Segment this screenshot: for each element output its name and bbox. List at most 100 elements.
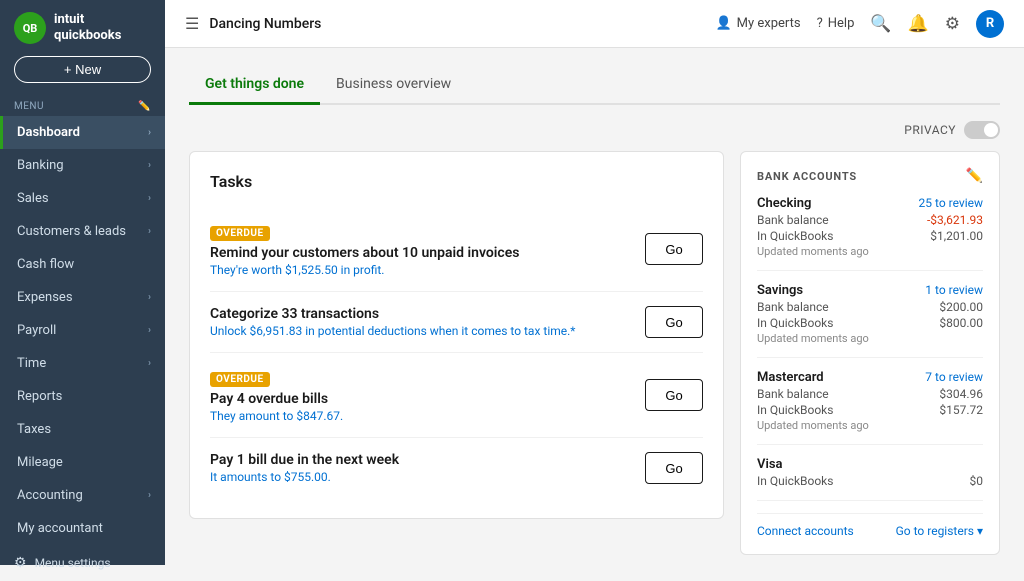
menu-section-label: MENU ✏️ — [0, 95, 165, 116]
task-subtitle: Unlock $6,951.83 in potential deductions… — [210, 324, 633, 338]
hamburger-icon[interactable]: ☰ — [185, 14, 199, 33]
task-bill-due-week: Pay 1 bill due in the next week It amoun… — [210, 438, 703, 498]
chevron-icon: › — [148, 490, 151, 501]
go-button-categorize[interactable]: Go — [645, 306, 703, 338]
tab-get-things-done[interactable]: Get things done — [189, 68, 320, 105]
sidebar-item-banking[interactable]: Banking › — [0, 149, 165, 182]
sidebar-item-sales[interactable]: Sales › — [0, 182, 165, 215]
in-qb-label: In QuickBooks — [757, 229, 833, 243]
edit-bank-icon[interactable]: ✏️ — [966, 168, 983, 184]
my-experts-button[interactable]: 👤 My experts — [715, 16, 800, 31]
chevron-icon: › — [148, 358, 151, 369]
bank-account-savings: Savings 1 to review Bank balance $200.00… — [757, 283, 983, 358]
chevron-icon: › — [148, 292, 151, 303]
in-qb-value: $800.00 — [939, 316, 983, 330]
task-subtitle: They amount to $847.67. — [210, 409, 633, 423]
topbar: ☰ Dancing Numbers 👤 My experts ? Help 🔍 … — [165, 0, 1024, 48]
sidebar-item-myaccountant[interactable]: My accountant — [0, 512, 165, 545]
search-icon[interactable]: 🔍 — [870, 14, 891, 34]
edit-menu-icon[interactable]: ✏️ — [138, 101, 151, 112]
sidebar-item-taxes[interactable]: Taxes — [0, 413, 165, 446]
account-name: Checking — [757, 196, 811, 211]
bank-balance-label: Bank balance — [757, 387, 829, 401]
sidebar-item-payroll[interactable]: Payroll › — [0, 314, 165, 347]
chevron-icon: › — [148, 160, 151, 171]
new-button[interactable]: + New — [14, 56, 151, 83]
account-updated: Updated moments ago — [757, 245, 983, 258]
sidebar: QB intuit quickbooks + New MENU ✏️ Dashb… — [0, 0, 165, 565]
overdue-badge: OVERDUE — [210, 226, 270, 241]
task-categorize: Categorize 33 transactions Unlock $6,951… — [210, 292, 703, 353]
main-tabs: Get things done Business overview — [189, 68, 1000, 105]
chevron-icon: › — [148, 127, 151, 138]
bank-balance-value: $200.00 — [939, 300, 983, 314]
tasks-title: Tasks — [210, 172, 703, 191]
sidebar-item-expenses[interactable]: Expenses › — [0, 281, 165, 314]
task-body: OVERDUE Pay 4 overdue bills They amount … — [210, 367, 633, 423]
go-to-registers-button[interactable]: Go to registers ▾ — [896, 524, 983, 538]
user-avatar[interactable]: R — [976, 10, 1004, 38]
sidebar-logo: QB intuit quickbooks — [0, 0, 165, 56]
sidebar-item-dashboard[interactable]: Dashboard › — [0, 116, 165, 149]
privacy-row: PRIVACY — [189, 121, 1000, 139]
chevron-icon: › — [148, 226, 151, 237]
bank-balance-label: Bank balance — [757, 213, 829, 227]
bank-footer: Connect accounts Go to registers ▾ — [757, 513, 983, 538]
dashboard-columns: Tasks OVERDUE Remind your customers abou… — [189, 151, 1000, 565]
task-unpaid-invoices: OVERDUE Remind your customers about 10 u… — [210, 207, 703, 292]
sidebar-item-accounting[interactable]: Accounting › — [0, 479, 165, 512]
main-content: ☰ Dancing Numbers 👤 My experts ? Help 🔍 … — [165, 0, 1024, 565]
task-title: Remind your customers about 10 unpaid in… — [210, 245, 633, 261]
bell-icon[interactable]: 🔔 — [908, 14, 929, 34]
review-link[interactable]: 25 to review — [919, 196, 983, 210]
bank-balance-value: -$3,621.93 — [927, 213, 983, 227]
sidebar-item-cashflow[interactable]: Cash flow — [0, 248, 165, 281]
menu-settings[interactable]: ⚙ Menu settings — [0, 545, 165, 581]
chevron-down-icon: ▾ — [977, 524, 983, 538]
privacy-label: PRIVACY — [904, 123, 956, 137]
task-title: Categorize 33 transactions — [210, 306, 633, 322]
sidebar-item-customers[interactable]: Customers & leads › — [0, 215, 165, 248]
sidebar-item-time[interactable]: Time › — [0, 347, 165, 380]
in-qb-value: $0 — [970, 474, 984, 488]
company-name: Dancing Numbers — [209, 16, 321, 32]
help-button[interactable]: ? Help — [817, 16, 855, 31]
tasks-column: Tasks OVERDUE Remind your customers abou… — [189, 151, 724, 565]
bank-balance-label: Bank balance — [757, 300, 829, 314]
task-title: Pay 4 overdue bills — [210, 391, 633, 407]
topbar-left: ☰ Dancing Numbers — [185, 14, 321, 33]
bank-balance-value: $304.96 — [939, 387, 983, 401]
in-qb-value: $157.72 — [939, 403, 983, 417]
in-qb-label: In QuickBooks — [757, 403, 833, 417]
right-column: BANK ACCOUNTS ✏️ Checking 25 to review B… — [740, 151, 1000, 565]
qb-logo-icon: QB — [14, 12, 46, 44]
review-link[interactable]: 7 to review — [925, 370, 983, 384]
in-qb-label: In QuickBooks — [757, 474, 833, 488]
content-area: Get things done Business overview PRIVAC… — [165, 48, 1024, 565]
task-body: OVERDUE Remind your customers about 10 u… — [210, 221, 633, 277]
help-icon: ? — [817, 16, 823, 31]
bank-section-title: BANK ACCOUNTS — [757, 170, 857, 183]
bank-card-header: BANK ACCOUNTS ✏️ — [757, 168, 983, 184]
go-button-overdue-bills[interactable]: Go — [645, 379, 703, 411]
go-button-unpaid-invoices[interactable]: Go — [645, 233, 703, 265]
task-subtitle: They're worth $1,525.50 in profit. — [210, 263, 633, 277]
account-name: Mastercard — [757, 370, 824, 385]
go-button-bill-due-week[interactable]: Go — [645, 452, 703, 484]
task-body: Categorize 33 transactions Unlock $6,951… — [210, 306, 633, 338]
bank-accounts-card: BANK ACCOUNTS ✏️ Checking 25 to review B… — [740, 151, 1000, 555]
task-subtitle: It amounts to $755.00. — [210, 470, 633, 484]
privacy-toggle[interactable] — [964, 121, 1000, 139]
connect-accounts-link[interactable]: Connect accounts — [757, 524, 854, 538]
settings-icon[interactable]: ⚙ — [945, 14, 960, 34]
topbar-right: 👤 My experts ? Help 🔍 🔔 ⚙ R — [715, 10, 1004, 38]
sidebar-item-reports[interactable]: Reports — [0, 380, 165, 413]
tab-business-overview[interactable]: Business overview — [320, 68, 467, 105]
bank-account-checking: Checking 25 to review Bank balance -$3,6… — [757, 196, 983, 271]
task-title: Pay 1 bill due in the next week — [210, 452, 633, 468]
bank-account-mastercard: Mastercard 7 to review Bank balance $304… — [757, 370, 983, 445]
person-icon: 👤 — [715, 16, 731, 31]
review-link[interactable]: 1 to review — [925, 283, 983, 297]
chevron-icon: › — [148, 193, 151, 204]
sidebar-item-mileage[interactable]: Mileage — [0, 446, 165, 479]
